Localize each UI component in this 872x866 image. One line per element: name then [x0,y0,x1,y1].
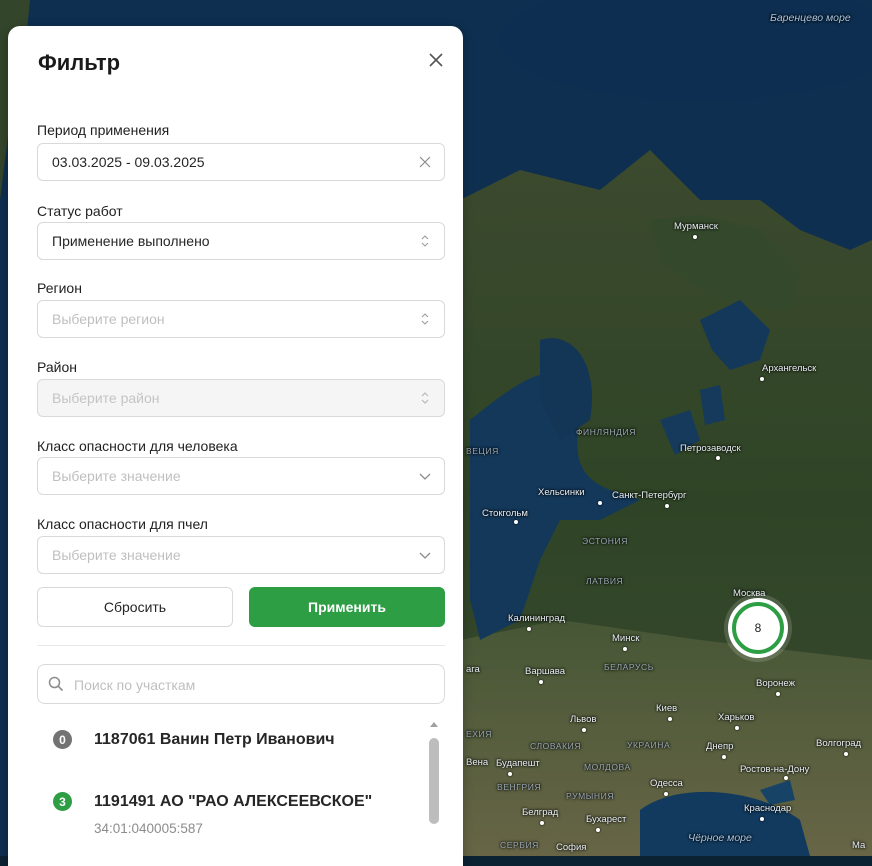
city-label: София [556,842,587,853]
bee-hazard-label: Класс опасности для пчел [37,516,208,532]
clear-icon[interactable] [418,155,432,169]
country-label: ВЕНГРИЯ [497,782,542,792]
city-label: Бухарест [586,814,627,825]
city-label: Львов [570,714,597,725]
count-badge: 3 [53,792,72,811]
country-label: ЕХИЯ [466,729,492,739]
country-label: ФИНЛЯНДИЯ [576,427,636,437]
city-label: Стокгольм [482,508,528,519]
bee-hazard-placeholder: Выберите значение [52,547,181,563]
panel-title: Фильтр [38,50,121,75]
filter-panel: Фильтр Период применения 03.03.2025 - 09… [8,26,463,866]
district-placeholder: Выберите район [52,390,160,406]
city-label: Хельсинки [538,487,585,498]
region-label: Регион [37,280,82,296]
city-label: Ростов-на-Дону [740,764,810,775]
scroll-up-icon[interactable] [429,720,439,728]
city-label: Петрозаводск [680,443,741,454]
item-cadastral-number: 34:01:040005:587 [94,821,203,836]
city-label: Вена [466,757,489,768]
item-title: 1191491 АО "РАО АЛЕКСЕЕВСКОЕ" [94,793,373,810]
count-badge: 0 [53,730,72,749]
sort-icon [421,392,429,404]
human-hazard-select[interactable]: Выберите значение [37,457,445,495]
search-icon [48,676,64,692]
period-label: Период применения [37,122,170,138]
city-label: Ма [852,840,866,851]
status-value: Применение выполнено [52,233,210,249]
city-label: Мурманск [674,221,718,232]
country-label: БЕЛАРУСЬ [604,662,654,672]
country-label: ЛАТВИЯ [586,576,624,586]
city-label: Днепр [706,741,734,752]
city-label: Белград [522,807,559,818]
country-label: УКРАИНА [627,740,671,750]
country-label: РУМЫНИЯ [566,791,615,801]
country-label: СЕРБИЯ [500,840,539,850]
country-label: МОЛДОВА [584,762,631,772]
city-label: Калининград [508,613,566,624]
human-hazard-placeholder: Выберите значение [52,468,181,484]
city-label: Будапешт [496,758,540,769]
chevron-down-icon [419,473,431,480]
human-hazard-label: Класс опасности для человека [37,438,238,454]
sort-icon [421,235,429,247]
city-label: ага [466,664,480,675]
reset-button[interactable]: Сбросить [37,587,233,627]
status-select[interactable]: Применение выполнено [37,222,445,260]
city-label: Киев [656,703,678,714]
city-label: Харьков [718,712,755,723]
city-label: Архангельск [762,363,817,374]
country-label: ЭСТОНИЯ [582,536,628,546]
sort-icon [421,313,429,325]
sea-label-black: Чёрное море [688,832,752,844]
country-label: ВЕЦИЯ [466,446,499,456]
period-value: 03.03.2025 - 09.03.2025 [52,154,205,170]
city-label: Варшава [525,666,566,677]
sea-label-barents: Баренцево море [770,12,851,24]
scrollbar-thumb[interactable] [429,738,439,824]
chevron-down-icon [419,552,431,559]
close-icon[interactable] [426,50,446,70]
cluster-count: 8 [732,602,784,654]
region-placeholder: Выберите регион [52,311,165,327]
divider [37,645,445,646]
region-select[interactable]: Выберите регион [37,300,445,338]
bee-hazard-select[interactable]: Выберите значение [37,536,445,574]
status-label: Статус работ [37,203,123,219]
country-label: СЛОВАКИЯ [530,741,582,751]
item-title: 1187061 Ванин Петр Иванович [94,731,335,748]
plot-search-input[interactable]: Поиск по участкам [37,664,445,704]
cluster-marker[interactable]: 8 [724,594,792,662]
city-label: Минск [612,633,640,644]
apply-button[interactable]: Применить [249,587,445,627]
district-select: Выберите район [37,379,445,417]
search-placeholder: Поиск по участкам [74,677,196,693]
city-label: Воронеж [756,678,795,689]
city-label: Краснодар [744,803,792,814]
city-label: Одесса [650,778,683,789]
district-label: Район [37,359,77,375]
city-label: Волгоград [816,738,862,749]
city-label: Санкт-Петербург [612,490,687,501]
period-input[interactable]: 03.03.2025 - 09.03.2025 [37,143,445,181]
